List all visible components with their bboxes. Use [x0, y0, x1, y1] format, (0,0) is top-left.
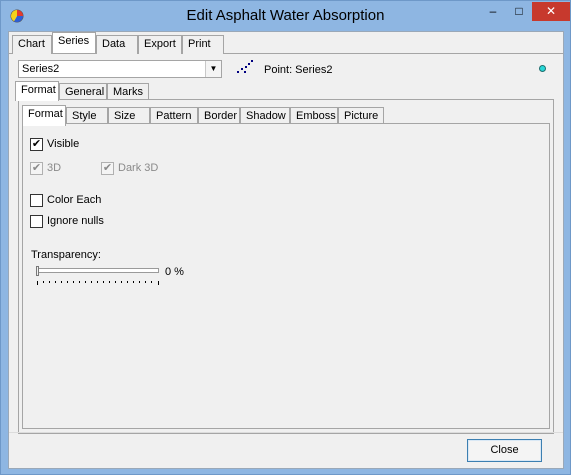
maximize-button[interactable]: □	[506, 2, 532, 21]
tab-series-format[interactable]: Format	[15, 81, 59, 101]
transparency-label: Transparency:	[31, 249, 101, 261]
tab-format[interactable]: Format	[22, 105, 66, 126]
close-window-button[interactable]: ✕	[532, 2, 570, 21]
chevron-down-icon[interactable]: ▼	[205, 61, 221, 77]
dialog-window: Edit Asphalt Water Absorption – □ ✕ Char…	[0, 0, 571, 475]
transparency-value: 0 %	[165, 266, 184, 278]
main-tab-line	[9, 53, 563, 54]
visible-label: Visible	[47, 138, 80, 150]
dialog-body: Chart Series Data Export Print Series2 ▼…	[8, 31, 564, 469]
tab-series[interactable]: Series	[52, 32, 96, 53]
point-series-icon	[237, 60, 253, 73]
series-select[interactable]: Series2 ▼	[18, 60, 222, 78]
transparency-slider-track[interactable]	[37, 268, 159, 273]
tab-export[interactable]: Export	[138, 35, 182, 54]
series-type-label: Point: Series2	[264, 64, 333, 76]
visible-checkbox[interactable]: ✔	[30, 138, 43, 151]
dark-3d-checkbox[interactable]: ✔	[101, 162, 114, 175]
minimize-button[interactable]: –	[480, 2, 506, 21]
transparency-slider-thumb[interactable]	[36, 266, 39, 276]
3d-checkbox[interactable]: ✔	[30, 162, 43, 175]
slider-ticks	[37, 281, 159, 285]
tab-print[interactable]: Print	[182, 35, 224, 54]
tab-data[interactable]: Data	[96, 35, 138, 54]
close-button[interactable]: Close	[467, 439, 542, 462]
footer-separator	[9, 432, 563, 433]
3d-label: 3D	[47, 162, 62, 174]
tab-chart[interactable]: Chart	[12, 35, 52, 54]
color-each-checkbox[interactable]	[30, 194, 43, 207]
color-each-label: Color Each	[47, 194, 102, 206]
ignore-nulls-checkbox[interactable]	[30, 215, 43, 228]
ignore-nulls-label: Ignore nulls	[47, 215, 104, 227]
series-select-value: Series2	[22, 63, 60, 75]
dark-3d-label: Dark 3D	[118, 162, 159, 174]
series-color-swatch	[539, 65, 546, 72]
title-bar: Edit Asphalt Water Absorption – □ ✕	[1, 1, 570, 31]
